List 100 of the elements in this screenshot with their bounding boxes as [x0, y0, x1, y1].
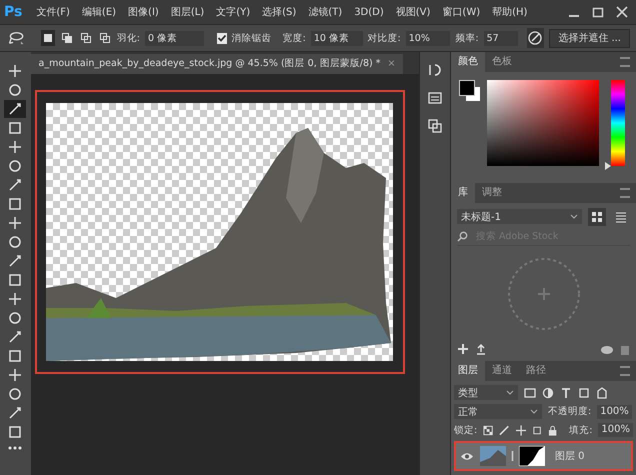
- menu-item[interactable]: 编辑(E): [76, 5, 122, 19]
- panel-tab[interactable]: 库: [451, 182, 475, 203]
- plus-icon: [8, 64, 22, 78]
- adjustment-filter-icon[interactable]: [542, 386, 554, 398]
- panel-tab[interactable]: 通道: [485, 361, 519, 381]
- menu-item[interactable]: 3D(D): [348, 6, 390, 18]
- panel-tab[interactable]: 色板: [485, 52, 519, 72]
- contrast-label: 对比度:: [368, 32, 401, 44]
- layer-comps-icon[interactable]: [426, 118, 443, 134]
- width-field[interactable]: 10 像素: [310, 30, 363, 46]
- fill-label: 填充:: [569, 424, 592, 436]
- document-tab[interactable]: a_mountain_peak_by_deadeye_stock.jpg @ 45.5% (图层 0, 图层蒙版/8) * ×: [30, 54, 404, 74]
- add-icon[interactable]: [457, 343, 469, 355]
- select-and-mask-button[interactable]: 选择并遮住 ...: [549, 28, 630, 48]
- square-icon: [8, 349, 22, 363]
- panel-menu-icon[interactable]: [620, 366, 630, 376]
- arrow-icon: [8, 102, 22, 116]
- square-icon: [8, 121, 22, 135]
- more-tools-icon[interactable]: [8, 446, 22, 450]
- menu-item[interactable]: 图像(I): [122, 5, 165, 19]
- frequency-field[interactable]: 57: [484, 30, 518, 46]
- mask-thumbnail: [519, 446, 545, 466]
- panel-menu-icon[interactable]: [620, 188, 630, 198]
- feather-field[interactable]: 0 像素: [144, 30, 204, 46]
- plus-icon: [8, 368, 22, 382]
- circle-icon: [8, 159, 22, 173]
- overlapping-squares-icon: [98, 32, 111, 44]
- selection-mode-button[interactable]: [98, 30, 112, 46]
- shape-filter-icon[interactable]: [578, 386, 590, 398]
- arrow-icon: [8, 254, 22, 268]
- color-swatches[interactable]: [459, 80, 481, 102]
- opacity-field[interactable]: 100%: [597, 404, 632, 418]
- pen-pressure-button[interactable]: [526, 28, 544, 48]
- square-icon: [8, 197, 22, 211]
- panel-tab[interactable]: 颜色: [451, 52, 485, 72]
- grid-view-icon[interactable]: [588, 208, 606, 226]
- menu-item[interactable]: 帮助(H): [486, 5, 534, 19]
- lock-pixels-icon[interactable]: [483, 424, 494, 436]
- plus-icon: [8, 216, 22, 230]
- opacity-label: 不透明度:: [548, 405, 592, 418]
- properties-icon[interactable]: [426, 90, 443, 106]
- panel-menu-icon[interactable]: [620, 57, 630, 67]
- antialias-checkbox[interactable]: [216, 32, 227, 44]
- layer-row[interactable]: 图层 0: [454, 441, 633, 471]
- image-filter-icon[interactable]: [524, 386, 536, 398]
- artboard-icon[interactable]: [532, 424, 542, 436]
- menu-item[interactable]: 视图(V): [390, 5, 436, 19]
- lock-icon[interactable]: [548, 424, 558, 436]
- menu-item[interactable]: 文字(Y): [210, 5, 256, 19]
- search-icon: [457, 230, 468, 242]
- menu-item[interactable]: 图层(L): [164, 5, 210, 19]
- color-field[interactable]: [487, 80, 599, 166]
- panel-tab[interactable]: 图层: [451, 361, 485, 381]
- caret-icon: [530, 408, 538, 414]
- panel-tab[interactable]: 调整: [475, 182, 509, 203]
- app-logo: Ps: [4, 4, 22, 20]
- hue-slider-thumb[interactable]: [605, 162, 611, 170]
- caret-icon: [506, 390, 514, 396]
- menu-item[interactable]: 选择(S): [256, 5, 302, 19]
- selection-mode-button[interactable]: [60, 30, 74, 46]
- blend-mode-dropdown[interactable]: 正常: [454, 404, 542, 419]
- lasso-icon[interactable]: [6, 29, 26, 47]
- upload-icon[interactable]: [475, 343, 487, 355]
- frequency-label: 频率:: [455, 32, 479, 44]
- fill-field[interactable]: 100%: [598, 423, 634, 437]
- selection-mode-button[interactable]: [78, 30, 93, 46]
- maximize-icon[interactable]: [592, 6, 604, 18]
- antialias-label: 消除锯齿: [232, 32, 272, 44]
- menu-item[interactable]: 窗口(W): [436, 5, 486, 19]
- selection-mode-button[interactable]: [40, 30, 55, 46]
- layer-thumbnail: [480, 446, 506, 466]
- history-icon[interactable]: [426, 62, 443, 78]
- smart-object-filter-icon[interactable]: [596, 386, 608, 398]
- square-icon: [8, 425, 22, 439]
- plus-icon: [8, 292, 22, 306]
- circle-icon: [8, 235, 22, 249]
- lock-label: 锁定:: [454, 424, 478, 436]
- arrow-icon: [8, 330, 22, 344]
- brush-icon[interactable]: [499, 424, 510, 436]
- library-dropdown[interactable]: 未标题-1: [457, 209, 582, 224]
- contrast-field[interactable]: 10%: [406, 30, 450, 46]
- width-label: 宽度:: [282, 32, 306, 44]
- close-icon[interactable]: [616, 6, 628, 18]
- menu-item[interactable]: 文件(F): [30, 5, 76, 19]
- move-icon[interactable]: [516, 424, 526, 436]
- tool-button[interactable]: [4, 100, 26, 118]
- type-filter-icon[interactable]: [560, 386, 572, 398]
- arrow-icon: [8, 406, 22, 420]
- square-icon: [8, 273, 22, 287]
- panel-tab[interactable]: 路径: [519, 361, 553, 381]
- circle-icon: [8, 311, 22, 325]
- overlapping-squares-icon: [42, 32, 54, 44]
- menu-item[interactable]: 滤镜(T): [302, 5, 348, 19]
- plus-icon: [8, 140, 22, 154]
- eye-icon[interactable]: [460, 452, 474, 460]
- hue-slider[interactable]: [604, 80, 625, 170]
- layer-filter-dropdown[interactable]: 类型: [454, 385, 518, 400]
- caret-icon: [570, 214, 578, 220]
- feather-label: 羽化:: [116, 32, 140, 44]
- circle-icon: [8, 387, 22, 401]
